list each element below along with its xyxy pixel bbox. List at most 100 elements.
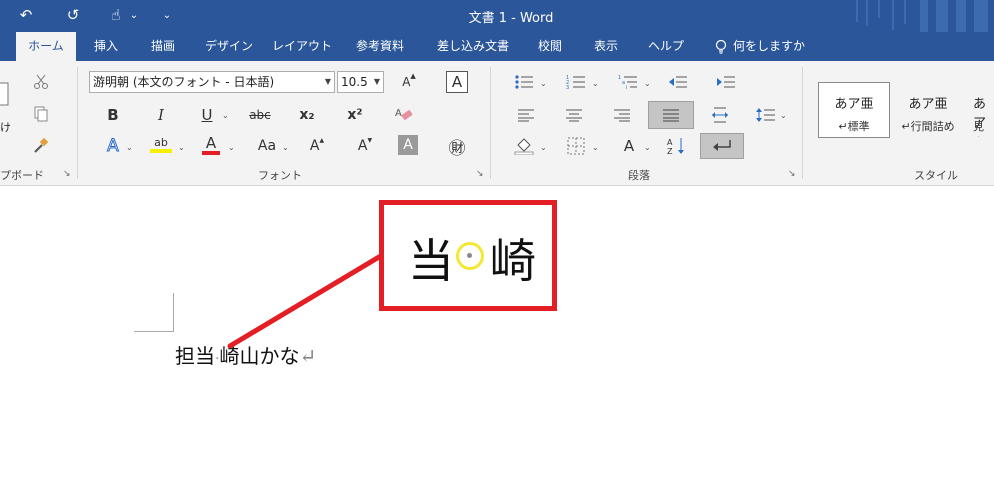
bullet-list-icon: [515, 75, 533, 89]
font-size-dropdown-icon[interactable]: ▼: [374, 72, 380, 92]
paragraph-group-label: 段落: [628, 169, 650, 182]
title-decoration: [904, 0, 906, 24]
shrink-font-button[interactable]: A ▼: [354, 135, 376, 157]
align-right-button[interactable]: [610, 104, 634, 126]
tab-home[interactable]: ホーム: [16, 32, 76, 61]
style-normal-name: ↵標準: [838, 120, 870, 133]
highlight-color-button[interactable]: ab: [148, 133, 174, 157]
increase-indent-button[interactable]: [714, 71, 738, 93]
tab-review[interactable]: 校閲: [530, 32, 570, 61]
asian-layout-button[interactable]: A: [616, 135, 642, 157]
multilevel-list-icon: 1ai: [618, 75, 637, 90]
distributed-button[interactable]: [708, 104, 732, 126]
svg-text:A: A: [395, 108, 402, 119]
bullets-button[interactable]: [512, 71, 536, 93]
text-effects-dropdown-icon[interactable]: ⌄: [126, 143, 133, 152]
title-decoration: [920, 0, 928, 32]
copy-button[interactable]: [30, 103, 52, 125]
style-heading-name: 見出: [973, 120, 984, 137]
cut-button[interactable]: [30, 71, 52, 93]
style-no-spacing[interactable]: あア亜 ↵行間詰め: [892, 82, 964, 138]
tab-design[interactable]: デザイン: [198, 32, 260, 61]
character-shading-button[interactable]: A: [398, 135, 418, 155]
borders-button[interactable]: [564, 135, 588, 157]
align-center-button[interactable]: [562, 104, 586, 126]
grow-font-arrow-icon: ▲: [410, 72, 416, 80]
borders-dropdown-icon[interactable]: ⌄: [592, 143, 599, 152]
grow-font-small-icon: A: [309, 138, 320, 154]
highlight-dropdown-icon[interactable]: ⌄: [178, 143, 185, 152]
subscript-button[interactable]: x₂: [296, 104, 318, 126]
title-decoration: [974, 0, 988, 32]
text-effects-button[interactable]: A: [102, 135, 124, 157]
clear-formatting-button[interactable]: A: [446, 71, 468, 93]
grow-font-button[interactable]: A ▲: [398, 71, 420, 93]
title-decoration: [878, 0, 880, 18]
clipboard-dialog-launcher-icon[interactable]: ↘: [63, 169, 71, 179]
font-name-value: 游明朝 (本文のフォント - 日本語): [93, 75, 275, 89]
multilevel-list-button[interactable]: 1ai: [616, 71, 640, 93]
underline-button[interactable]: U: [196, 104, 218, 126]
superscript-button[interactable]: x²: [344, 104, 366, 126]
style-normal[interactable]: あア亜 ↵標準: [818, 82, 890, 138]
justify-button[interactable]: [648, 101, 694, 129]
paragraph-dialog-launcher-icon[interactable]: ↘: [788, 169, 796, 179]
bold-button[interactable]: B: [102, 104, 124, 126]
margin-corner-mark: [134, 331, 174, 332]
document-text[interactable]: 担当·崎山かな↵: [175, 340, 316, 369]
shading-button[interactable]: [512, 135, 536, 157]
tab-mailings[interactable]: 差し込み文書: [428, 32, 518, 61]
decrease-indent-button[interactable]: [666, 71, 690, 93]
font-name-dropdown-icon[interactable]: ▼: [325, 72, 331, 92]
clipboard-group-label: プボード: [0, 169, 44, 182]
strikethrough-button[interactable]: abc: [246, 104, 274, 126]
tab-help[interactable]: ヘルプ: [642, 32, 690, 61]
line-spacing-button[interactable]: [754, 104, 778, 126]
paintbrush-icon: [34, 137, 49, 153]
grow-font-small-button[interactable]: A ▲: [306, 135, 328, 157]
shrink-font-icon: A: [357, 138, 368, 154]
tab-view[interactable]: 表示: [586, 32, 626, 61]
align-left-icon: [518, 109, 534, 122]
format-painter-button[interactable]: [30, 135, 52, 157]
paste-button[interactable]: [0, 75, 12, 115]
numbering-dropdown-icon[interactable]: ⌄: [592, 79, 599, 88]
numbering-button[interactable]: 123: [564, 71, 588, 93]
align-right-icon: [614, 109, 630, 122]
line-spacing-dropdown-icon[interactable]: ⌄: [780, 111, 787, 120]
svg-text:3: 3: [566, 85, 569, 90]
bullets-dropdown-icon[interactable]: ⌄: [540, 79, 547, 88]
italic-button[interactable]: I: [150, 104, 172, 126]
font-name-combobox[interactable]: 游明朝 (本文のフォント - 日本語) ▼: [89, 71, 335, 93]
change-case-dropdown-icon[interactable]: ⌄: [282, 143, 289, 152]
tab-insert[interactable]: 挿入: [84, 32, 128, 61]
tell-me-label: 何をしますか: [732, 39, 805, 53]
enclose-characters-button[interactable]: ㊖: [446, 135, 468, 159]
tab-layout[interactable]: レイアウト: [268, 32, 336, 61]
multilevel-dropdown-icon[interactable]: ⌄: [644, 79, 651, 88]
tell-me-box[interactable]: 何をしますか: [708, 32, 812, 61]
sort-button[interactable]: AZ: [664, 135, 688, 157]
tab-draw[interactable]: 描画: [142, 32, 184, 61]
change-case-button[interactable]: Aa: [254, 135, 280, 157]
underline-dropdown-icon[interactable]: ⌄: [222, 111, 229, 120]
sort-icon: AZ: [667, 138, 684, 156]
align-left-button[interactable]: [514, 104, 538, 126]
style-heading[interactable]: あア 見出: [966, 82, 994, 138]
font-color-dropdown-icon[interactable]: ⌄: [228, 143, 235, 152]
style-normal-sample: あア亜: [834, 97, 874, 112]
font-size-combobox[interactable]: 10.5 ▼: [337, 71, 384, 93]
group-separator: [802, 67, 803, 179]
text-effects-clear-button[interactable]: A: [392, 104, 416, 126]
shrink-arrow-icon: ▼: [367, 136, 373, 144]
asian-layout-icon: A: [623, 137, 635, 155]
font-color-button[interactable]: A: [200, 133, 222, 157]
shading-dropdown-icon[interactable]: ⌄: [540, 143, 547, 152]
asian-layout-dropdown-icon[interactable]: ⌄: [644, 143, 651, 152]
style-no-spacing-name: ↵行間詰め: [901, 120, 955, 133]
tab-references[interactable]: 参考資料: [348, 32, 412, 61]
show-paragraph-marks-button[interactable]: [700, 133, 744, 159]
title-decoration: [956, 0, 966, 32]
paragraph-mark-icon: [713, 140, 731, 151]
font-dialog-launcher-icon[interactable]: ↘: [476, 169, 484, 179]
